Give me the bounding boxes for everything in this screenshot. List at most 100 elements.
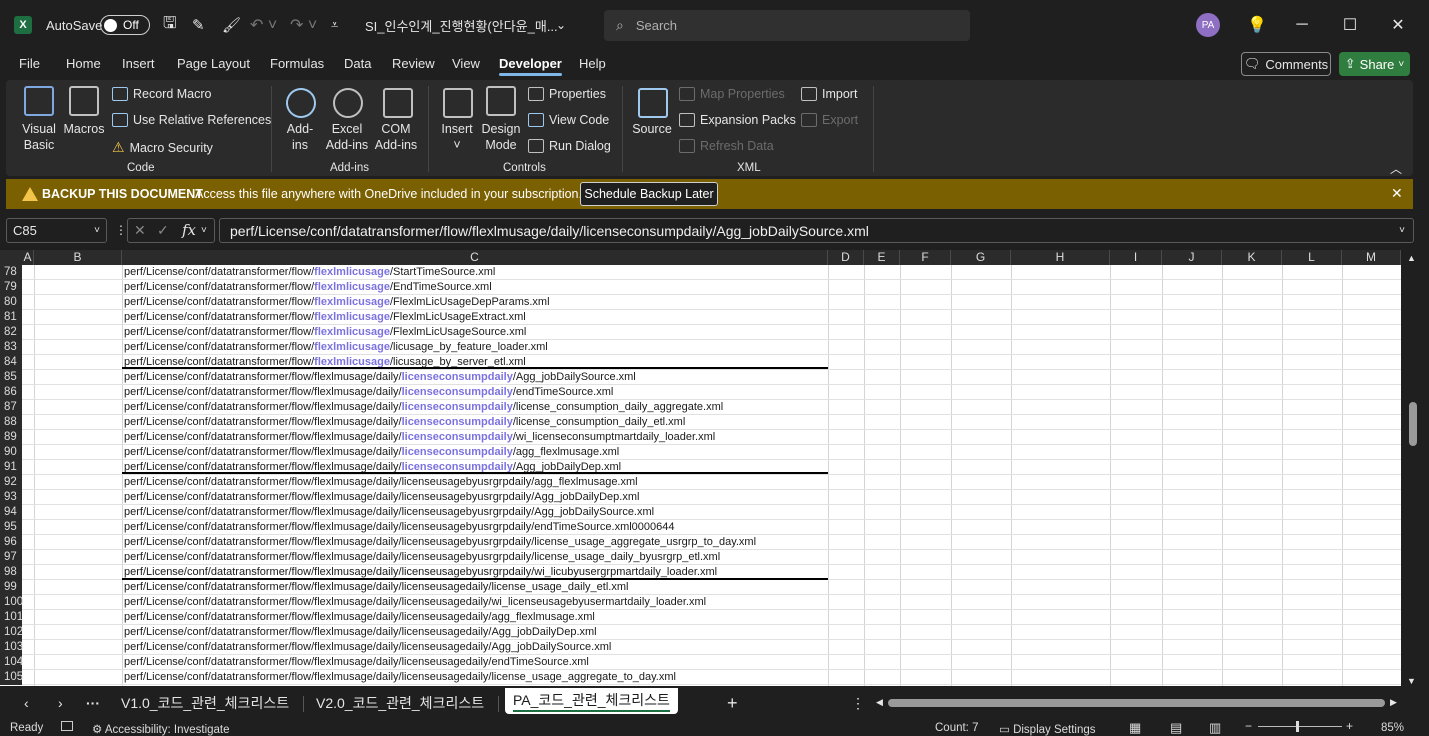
record-macro-button[interactable]: Record Macro (112, 87, 212, 101)
row-header[interactable]: 102 (0, 625, 23, 640)
row-header[interactable]: 85 (0, 370, 22, 385)
cell-c[interactable]: perf/License/conf/datatransformer/flow/f… (124, 520, 675, 535)
row-header[interactable]: 81 (0, 310, 22, 325)
cell-c[interactable]: perf/License/conf/datatransformer/flow/f… (124, 415, 685, 430)
cell-c[interactable]: perf/License/conf/datatransformer/flow/f… (124, 370, 636, 385)
menu-developer[interactable]: Developer (499, 56, 562, 76)
more-options-icon[interactable]: ⋮ (851, 690, 865, 716)
row-header[interactable]: 78 (0, 265, 22, 280)
row-header[interactable]: 96 (0, 535, 22, 550)
run-dialog-button[interactable]: Run Dialog (528, 139, 611, 153)
macro-record-icon[interactable] (61, 721, 73, 731)
row-header[interactable]: 80 (0, 295, 22, 310)
cell-c[interactable]: perf/License/conf/datatransformer/flow/f… (124, 280, 492, 295)
col-header-m[interactable]: M (1342, 250, 1401, 265)
lightbulb-icon[interactable]: 💡 (1247, 0, 1267, 50)
avatar[interactable]: PA (1196, 13, 1220, 37)
col-header-i[interactable]: I (1110, 250, 1162, 265)
col-header-b[interactable]: B (34, 250, 122, 265)
source-button[interactable]: Source (630, 121, 674, 137)
formula-input[interactable]: perf/License/conf/datatransformer/flow/f… (219, 218, 1414, 243)
menu-review[interactable]: Review (392, 56, 435, 71)
enter-icon[interactable]: ✓ (157, 222, 169, 239)
row-header[interactable]: 90 (0, 445, 22, 460)
cell-c[interactable]: perf/License/conf/datatransformer/flow/f… (124, 400, 723, 415)
row-header[interactable]: 101 (0, 610, 23, 625)
cell-c[interactable]: perf/License/conf/datatransformer/flow/f… (124, 640, 611, 655)
horizontal-scroll-thumb[interactable] (888, 699, 1385, 707)
undo-icon[interactable]: ↶ ˅ (250, 0, 277, 50)
next-sheet-icon[interactable]: › (58, 690, 63, 716)
cell-c[interactable]: perf/License/conf/datatransformer/flow/f… (124, 325, 526, 340)
customize-qat-icon[interactable]: ⩡ (331, 0, 338, 50)
menu-formulas[interactable]: Formulas (270, 56, 324, 71)
menu-page-layout[interactable]: Page Layout (177, 56, 250, 71)
scroll-right-icon[interactable]: ▶ (1390, 697, 1397, 708)
row-header[interactable]: 86 (0, 385, 22, 400)
cell-c[interactable]: perf/License/conf/datatransformer/flow/f… (124, 445, 619, 460)
cell-c[interactable]: perf/License/conf/datatransformer/flow/f… (124, 655, 589, 670)
cell-c[interactable]: perf/License/conf/datatransformer/flow/f… (124, 535, 756, 550)
col-header-j[interactable]: J (1162, 250, 1222, 265)
menu-home[interactable]: Home (66, 56, 101, 71)
scroll-down-icon[interactable]: ▼ (1407, 676, 1416, 686)
cell-c[interactable]: perf/License/conf/datatransformer/flow/f… (124, 265, 495, 280)
share-button[interactable]: ⇪ Share ˅ (1339, 52, 1410, 76)
prev-sheet-icon[interactable]: ‹ (24, 690, 29, 716)
macro-security-button[interactable]: ⚠ Macro Security (112, 139, 213, 156)
menu-file[interactable]: File (19, 56, 40, 71)
menu-help[interactable]: Help (579, 56, 606, 71)
cell-c[interactable]: perf/License/conf/datatransformer/flow/f… (124, 670, 676, 685)
col-header-k[interactable]: K (1222, 250, 1282, 265)
row-header[interactable]: 105 (0, 670, 23, 685)
cancel-icon[interactable]: ✕ (134, 222, 146, 239)
zoom-level[interactable]: 85% (1381, 722, 1404, 734)
vertical-scrollbar[interactable]: ▲ ▼ (1401, 250, 1429, 686)
insert-control-button[interactable]: Insert ˅ (438, 121, 476, 153)
edit-icon[interactable]: ✎ (192, 0, 205, 50)
row-header[interactable]: 84 (0, 355, 22, 370)
com-addins-button[interactable]: COM Add-ins (372, 121, 420, 153)
row-header[interactable]: 87 (0, 400, 22, 415)
zoom-slider[interactable] (1258, 726, 1342, 727)
cell-c[interactable]: perf/License/conf/datatransformer/flow/f… (124, 595, 706, 610)
more-icon[interactable]: ⋮ (115, 223, 127, 237)
spreadsheet-grid[interactable]: A B C D E F G H I J K L M 78 perf/License… (0, 250, 1401, 686)
schedule-backup-button[interactable]: Schedule Backup Later (580, 182, 718, 206)
row-header[interactable]: 83 (0, 340, 22, 355)
cell-c[interactable]: perf/License/conf/datatransformer/flow/f… (124, 505, 654, 520)
zoom-out-icon[interactable]: − (1245, 719, 1252, 733)
chevron-down-icon[interactable]: ⌄ (556, 0, 566, 50)
col-header-l[interactable]: L (1282, 250, 1342, 265)
cell-c[interactable]: perf/License/conf/datatransformer/flow/f… (124, 490, 639, 505)
close-icon[interactable]: ✕ (1391, 185, 1403, 202)
collapse-ribbon-icon[interactable]: ︿ (1390, 160, 1402, 177)
save-icon[interactable]: 🖫 (163, 0, 177, 50)
row-header[interactable]: 103 (0, 640, 23, 655)
name-box[interactable]: C85 ˅ (6, 218, 107, 243)
col-header-g[interactable]: G (951, 250, 1011, 265)
add-sheet-icon[interactable]: + (727, 690, 738, 716)
sheet-tab-v2[interactable]: V2.0_코드_관련_체크리스트 (316, 690, 484, 716)
zoom-slider-thumb[interactable] (1296, 721, 1299, 732)
row-header[interactable]: 93 (0, 490, 22, 505)
properties-button[interactable]: Properties (528, 87, 606, 101)
row-header[interactable]: 92 (0, 475, 22, 490)
cell-c[interactable]: perf/License/conf/datatransformer/flow/f… (124, 625, 597, 640)
menu-view[interactable]: View (452, 56, 480, 71)
row-header[interactable]: 99 (0, 580, 22, 595)
zoom-in-icon[interactable]: + (1346, 719, 1353, 733)
design-mode-button[interactable]: Design Mode (479, 121, 523, 153)
col-header-c[interactable]: C (122, 250, 828, 265)
macros-button[interactable]: Macros (62, 121, 106, 137)
close-button[interactable]: ✕ (1375, 0, 1421, 50)
cell-c[interactable]: perf/License/conf/datatransformer/flow/f… (124, 475, 638, 490)
cell-c[interactable]: perf/License/conf/datatransformer/flow/f… (124, 580, 628, 595)
visual-basic-button[interactable]: Visual Basic (18, 121, 60, 153)
view-code-button[interactable]: View Code (528, 113, 609, 127)
scroll-up-icon[interactable]: ▲ (1407, 253, 1416, 263)
scroll-left-icon[interactable]: ◀ (876, 697, 883, 708)
row-header[interactable]: 97 (0, 550, 22, 565)
chevron-down-icon[interactable]: ˅ (201, 225, 207, 236)
row-header[interactable]: 100 (0, 595, 23, 610)
